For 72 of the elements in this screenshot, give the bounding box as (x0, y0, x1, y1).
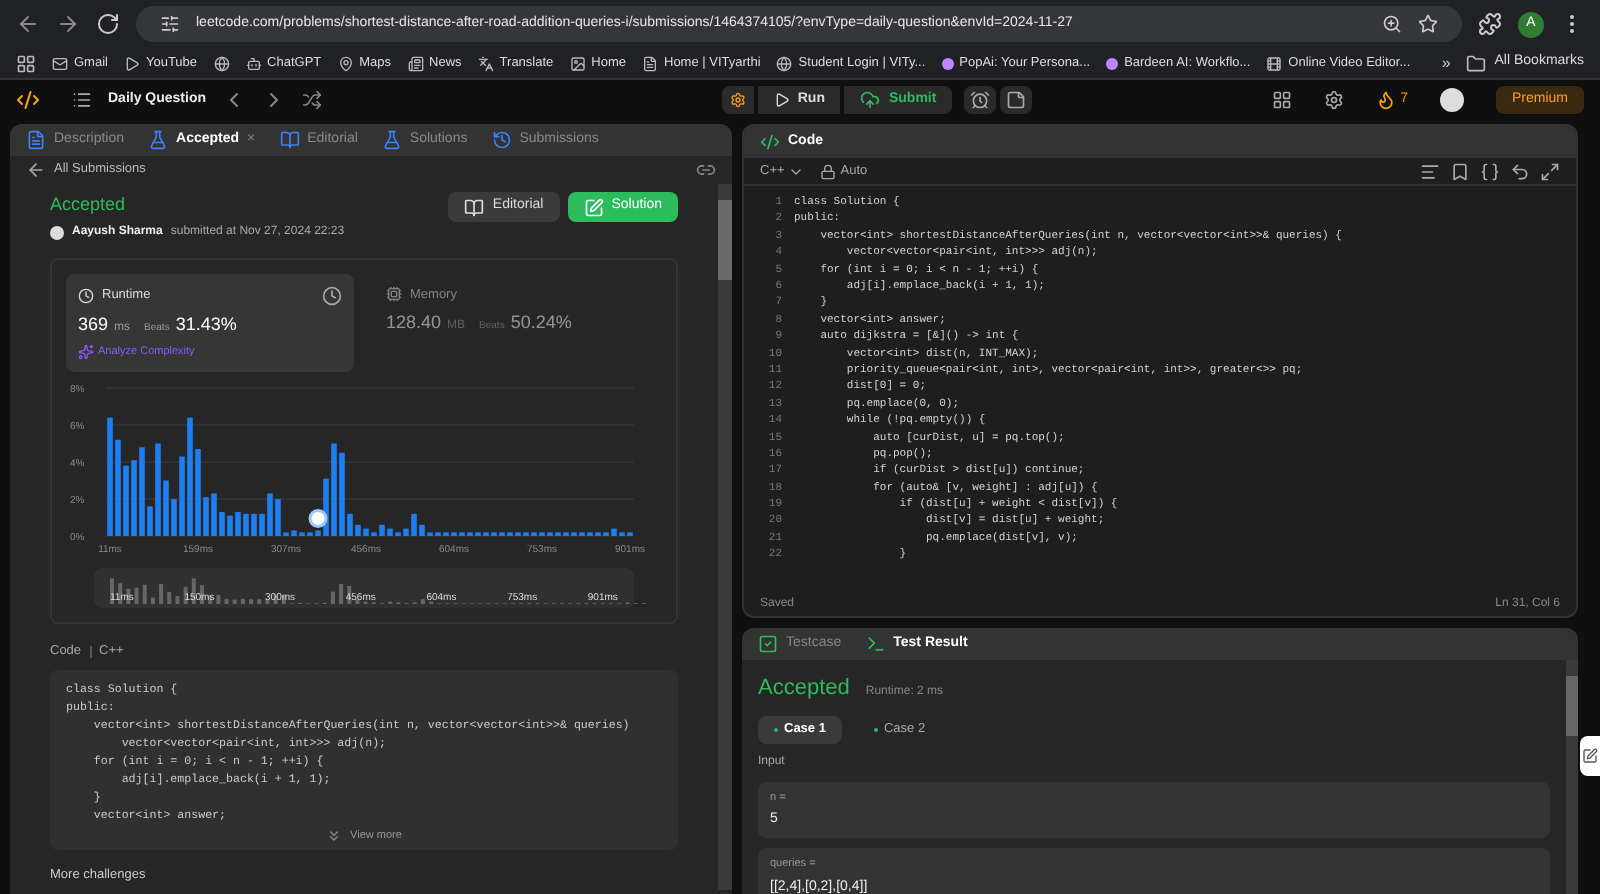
apps-icon[interactable] (16, 53, 36, 73)
site-info-icon[interactable] (160, 14, 180, 34)
terminal-icon (865, 634, 886, 654)
folder-icon (1466, 53, 1487, 73)
edit-icon (583, 197, 604, 217)
back-arrow-icon[interactable] (26, 160, 46, 180)
expand-icon (326, 828, 343, 845)
extensions-icon[interactable] (1478, 12, 1502, 36)
shuffle-icon[interactable] (302, 90, 323, 110)
list-icon[interactable] (72, 90, 92, 110)
link-icon[interactable] (696, 160, 716, 180)
mail-icon (52, 55, 68, 71)
scrollbar[interactable] (718, 184, 732, 890)
tab-icon (26, 130, 46, 150)
image-icon (569, 55, 586, 71)
braces-icon[interactable] (1480, 161, 1500, 181)
user-avatar[interactable] (1439, 88, 1464, 112)
bookmark[interactable] (213, 55, 230, 71)
pen-icon (1582, 748, 1598, 764)
zoom-icon[interactable] (1382, 14, 1402, 34)
status-heading: Accepted (50, 192, 128, 218)
beats-percent: 31.43% (175, 311, 237, 337)
globe-icon (776, 55, 793, 71)
layout-icon[interactable] (1272, 90, 1293, 110)
note-icon (1006, 90, 1027, 110)
tab-icon (491, 130, 512, 150)
result-status: Accepted (758, 674, 850, 704)
expand-icon[interactable] (1540, 161, 1560, 181)
upload-icon (860, 90, 881, 110)
tab-icon (148, 130, 169, 150)
play-icon (123, 55, 140, 71)
bot-icon (245, 55, 262, 71)
alarm-icon (970, 90, 991, 110)
debug-button[interactable] (721, 86, 754, 114)
code-icon (760, 132, 780, 152)
beats-percent: 50.24% (510, 310, 572, 337)
format-icon[interactable] (1420, 161, 1440, 181)
side-widget[interactable] (1580, 736, 1600, 776)
bookmark-icon[interactable] (1450, 161, 1470, 181)
site-icon (1106, 57, 1119, 69)
chip-icon (386, 286, 402, 303)
globe-icon (213, 55, 230, 71)
scrollbar[interactable] (1566, 660, 1578, 894)
settings-icon[interactable] (1324, 90, 1345, 110)
tab-icon (381, 130, 402, 150)
submission-marker (308, 509, 328, 529)
translate-icon (477, 55, 494, 71)
sparkle-icon (78, 344, 94, 361)
tab-icon (279, 130, 300, 150)
pin-icon (337, 55, 354, 71)
site-icon (941, 57, 954, 69)
flame-icon (1376, 90, 1397, 110)
book-icon (464, 197, 485, 217)
page-icon (642, 55, 658, 71)
timer-button[interactable] (964, 86, 997, 114)
lock-icon (820, 163, 837, 179)
reset-icon[interactable] (1510, 161, 1530, 181)
more-bookmarks[interactable]: » (1441, 51, 1451, 75)
forward-icon[interactable] (56, 12, 80, 36)
clock-icon (78, 287, 94, 303)
checkbox-icon (758, 634, 778, 654)
reload-icon[interactable] (96, 12, 120, 36)
news-icon (407, 55, 424, 71)
author-avatar (50, 225, 64, 239)
play-icon (773, 92, 790, 108)
notes-button[interactable] (1000, 86, 1033, 114)
metric-value: 128.40 (386, 310, 442, 337)
film-icon (1266, 55, 1283, 71)
metric-value: 369 (78, 311, 109, 337)
logo-icon[interactable] (16, 88, 40, 112)
star-icon[interactable] (1418, 14, 1438, 34)
back-icon[interactable] (16, 12, 40, 36)
